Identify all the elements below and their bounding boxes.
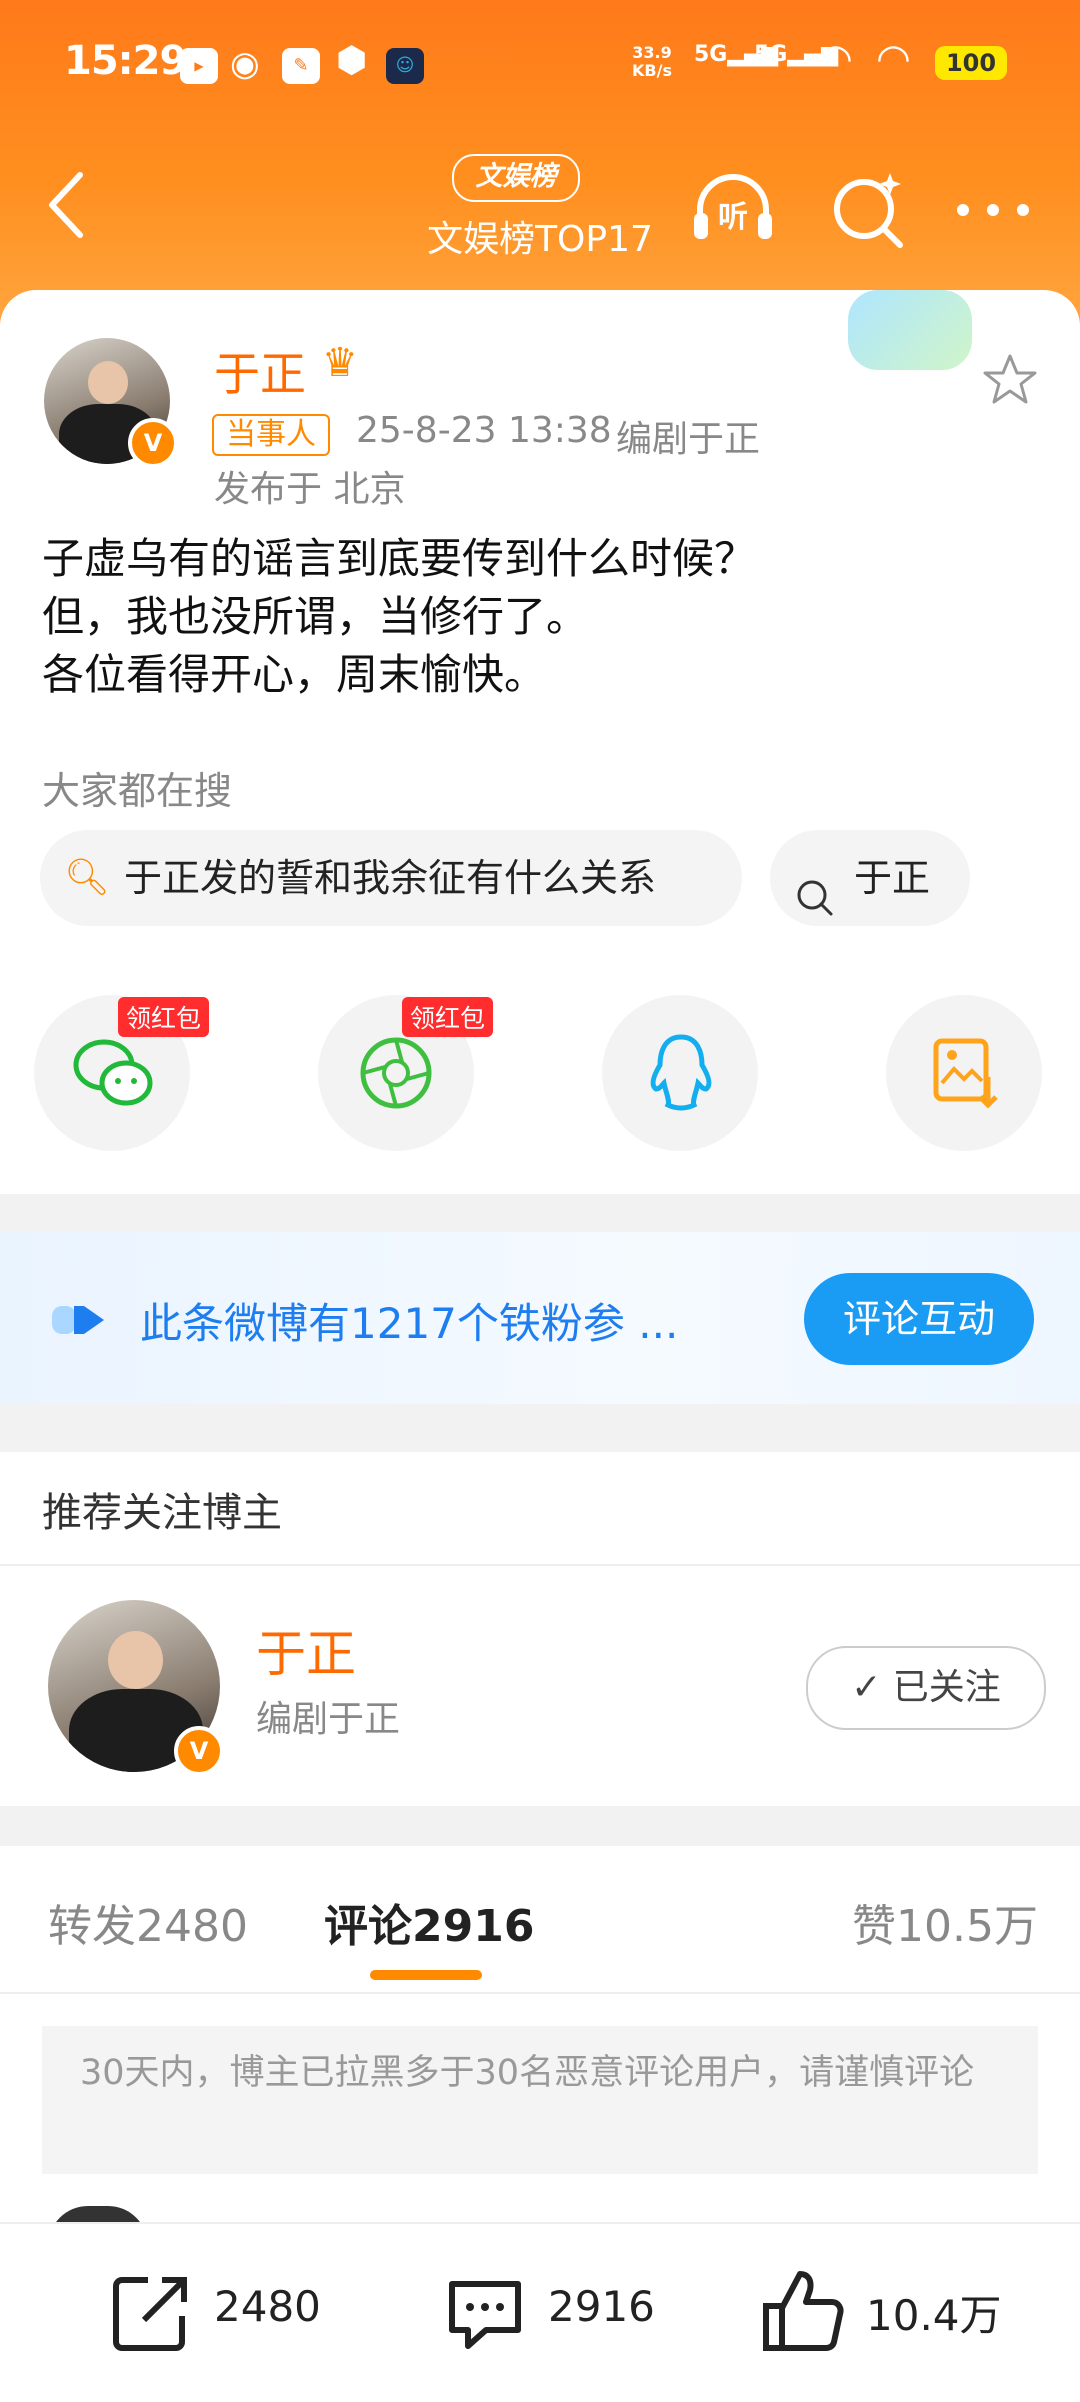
post-line: 但，我也没所谓，当修行了。 [42, 592, 589, 641]
wifi-icon-2: ◠ [876, 36, 911, 82]
fan-banner-text: 此条微博有1217个铁粉参 ... [140, 1299, 679, 1348]
role-tag: 当事人 [212, 414, 330, 456]
battery-indicator: 100 [935, 46, 1007, 80]
repost-count[interactable]: 2480 [214, 2282, 321, 2331]
robot-app-icon: ☺ [386, 48, 424, 84]
post-line: 各位看得开心，周末愉快。 [42, 650, 547, 699]
divider-line [0, 1564, 1080, 1566]
share-qq-button[interactable] [602, 995, 758, 1151]
net-speed: 33.9 KB/s [632, 43, 672, 80]
more-icon[interactable] [948, 165, 1038, 255]
location-icon: ⬢ [336, 40, 368, 81]
like-count[interactable]: 10.4万 [866, 2282, 1002, 2343]
app-notification-icon: ✎ [282, 48, 320, 84]
favorite-star-icon[interactable] [980, 350, 1040, 414]
tab-comments[interactable]: 评论2916 [324, 1890, 534, 1954]
recommend-heading: 推荐关注博主 [42, 1490, 282, 1536]
red-packet-badge: 领红包 [402, 997, 494, 1037]
search-chip-label: 于正发的誓和我余征有什么关系 [124, 856, 657, 900]
mascot-sticker-icon [848, 290, 972, 370]
search-icon [794, 858, 836, 954]
tab-reposts[interactable]: 转发2480 [48, 1890, 248, 1954]
crown-icon: ♛ [322, 340, 358, 386]
comment-notice-text: 30天内，博主已拉黑多于30名恶意评论用户，请谨慎评论 [80, 2053, 975, 2093]
post-location: 发布于 北京 [214, 469, 406, 510]
search-section-heading: 大家都在搜 [42, 769, 233, 813]
section-divider [0, 1806, 1080, 1846]
listen-button[interactable]: 听 [688, 165, 778, 255]
youku-app-icon: ▶ [180, 48, 218, 84]
status-bar: 15:29 ▶ ◉ ✎ ⬢ ☺ 33.9 KB/s 5G▂▄▆ 5G▂▄▆ ◠ … [0, 0, 1080, 130]
following-label: 已关注 [892, 1667, 1001, 1708]
fan-banner-icon [50, 1300, 110, 1344]
wifi-icon: ◠ [818, 36, 853, 82]
section-divider [0, 1404, 1080, 1452]
repost-icon[interactable] [108, 2270, 194, 2360]
post-line: 子虚乌有的谣言到底要传到什么时候？ [42, 534, 757, 583]
red-packet-badge: 领红包 [118, 997, 210, 1037]
comment-icon[interactable] [442, 2270, 528, 2360]
save-image-button[interactable] [886, 995, 1042, 1151]
author-role: 编剧于正 [616, 419, 761, 460]
author-name[interactable]: 于正 [214, 338, 306, 404]
ranking-badge: 文娱榜 [452, 154, 580, 202]
verified-badge-icon: V [128, 418, 178, 468]
section-divider [0, 1194, 1080, 1234]
comment-notice [42, 2026, 1038, 2174]
comment-interact-button[interactable]: 评论互动 [804, 1273, 1034, 1365]
weibo-app-icon: ◉ [230, 44, 260, 84]
divider-line [0, 1992, 1080, 1994]
check-icon: ✓ [851, 1667, 893, 1708]
recommend-name[interactable]: 于正 [256, 1614, 356, 1686]
post-timestamp: 25-8-23 13:38 [356, 410, 612, 451]
like-icon[interactable] [760, 2266, 846, 2360]
post-content: 子虚乌有的谣言到底要传到什么时候？ 但，我也没所谓，当修行了。 各位看得开心，周… [42, 530, 1042, 704]
back-button[interactable] [40, 165, 100, 245]
search-chip-2[interactable]: 于正 [770, 830, 970, 926]
svg-text:听: 听 [718, 200, 748, 235]
active-tab-indicator [370, 1970, 482, 1980]
search-chip-1[interactable]: 🔍︎ 于正发的誓和我余征有什么关系 [40, 830, 742, 926]
search-icon[interactable] [822, 165, 912, 255]
hot-search-icon: 🔍︎ [64, 857, 110, 898]
search-chip-label: 于正 [854, 856, 931, 900]
page-title[interactable]: 文娱榜TOP17 [380, 210, 700, 262]
verified-badge-icon: V [174, 1726, 224, 1776]
recommend-subtitle: 编剧于正 [256, 1699, 401, 1740]
following-button[interactable]: ✓ 已关注 [806, 1646, 1046, 1730]
status-time: 15:29 [64, 38, 187, 84]
tab-likes[interactable]: 赞10.5万 [852, 1890, 1038, 1954]
comment-count[interactable]: 2916 [548, 2282, 655, 2331]
